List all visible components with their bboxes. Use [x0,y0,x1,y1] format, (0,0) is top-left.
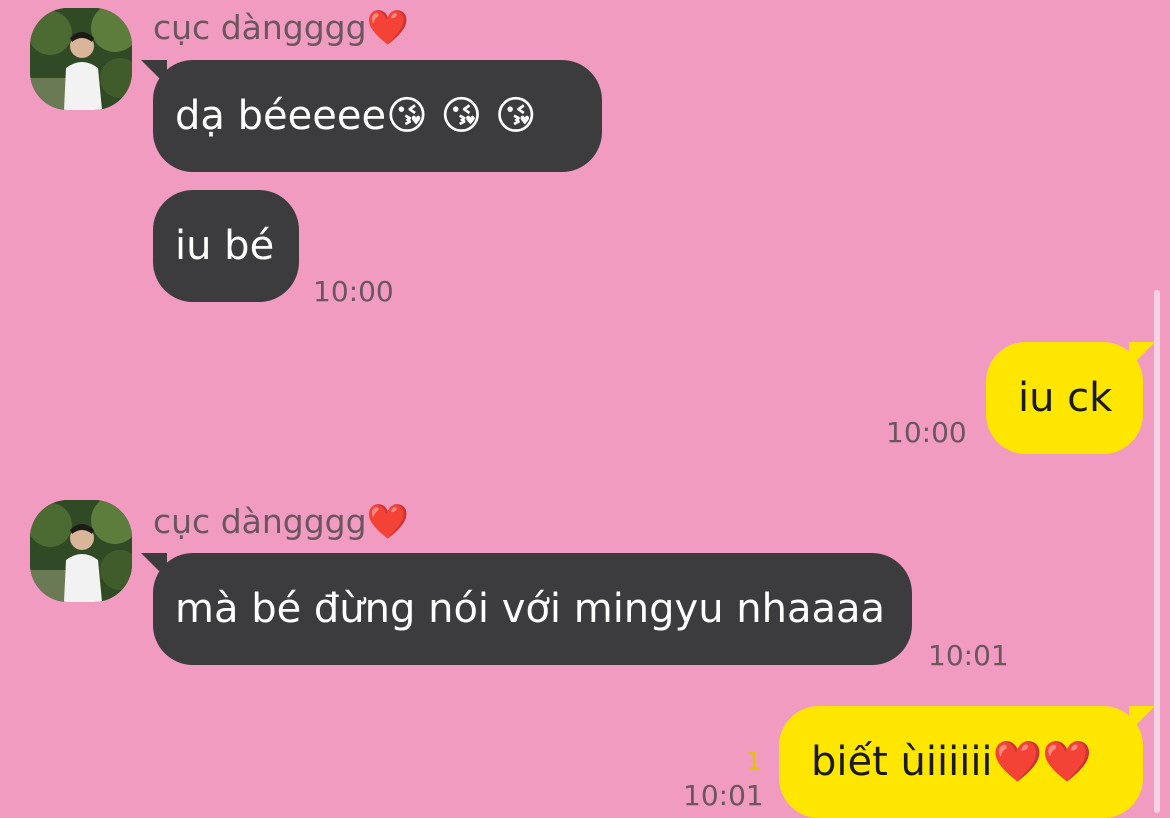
sender-name: cục dàngggg❤️ [153,8,409,48]
chat-message-list[interactable]: cục dàngggg❤️ dạ béeeee😘 😘 😘 iu bé 10:00… [0,0,1170,818]
scrollbar[interactable] [1154,290,1160,813]
message-timestamp: 10:00 [313,275,394,308]
message-text: dạ béeeee [175,93,387,139]
sender-avatar[interactable] [30,500,132,602]
bubble-tail [1129,706,1155,732]
kiss-face-emoji: 😘 😘 😘 [386,93,537,139]
message-text: mà bé đừng nói với mingyu nhaaaa [175,586,886,632]
bubble-tail [141,60,167,86]
message-bubble-outgoing[interactable]: biết ùiiiiii❤️❤️ [779,706,1155,818]
message-bubble-incoming[interactable]: iu bé [153,190,299,302]
message-text: iu ck [1018,375,1113,421]
message-text: biết ùiiiiii [811,739,993,785]
message-timestamp: 10:01 [928,639,1009,672]
message-text: iu bé [175,223,275,269]
heart-icon: ❤️ [366,8,409,48]
unread-count: 1 [746,747,762,775]
heart-icon: ❤️ [366,502,409,542]
sender-name: cục dàngggg❤️ [153,502,409,542]
message-bubble-incoming[interactable]: dạ béeeee😘 😘 😘 [141,60,602,172]
heart-emoji: ❤️❤️ [992,739,1093,785]
bubble-tail [141,553,167,579]
sender-avatar[interactable] [30,8,132,110]
message-timestamp: 10:00 [886,416,967,449]
message-bubble-incoming[interactable]: mà bé đừng nói với mingyu nhaaaa [141,553,912,665]
message-timestamp: 10:01 [683,779,764,812]
message-bubble-outgoing[interactable]: iu ck [986,342,1155,454]
bubble-tail [1129,342,1155,368]
